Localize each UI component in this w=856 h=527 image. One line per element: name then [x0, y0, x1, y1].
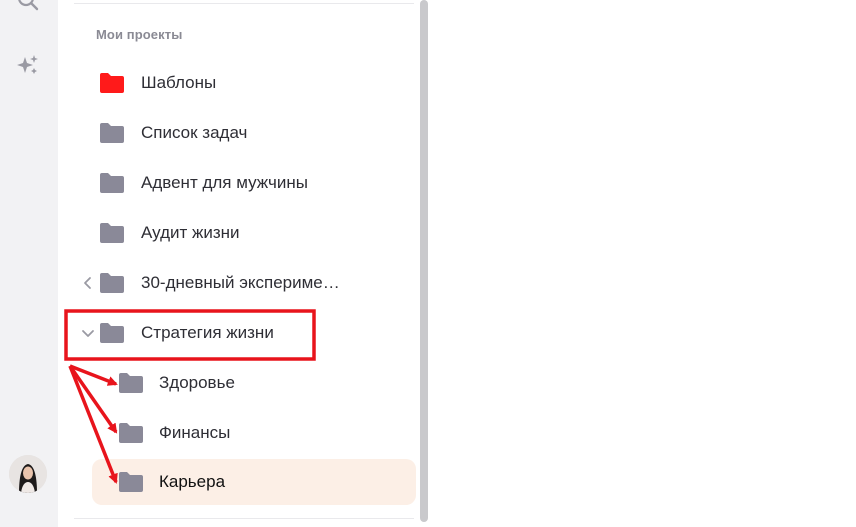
project-item-advent[interactable]: Адвент для мужчины: [92, 160, 416, 206]
projects-panel: Мои проекты Шаблоны Список задач Адвент …: [58, 0, 426, 527]
folder-icon: [99, 172, 125, 194]
folder-icon: [118, 422, 144, 444]
project-item-life-audit[interactable]: Аудит жизни: [92, 210, 416, 256]
main-content: [434, 0, 856, 527]
user-avatar[interactable]: [9, 455, 47, 493]
chevron-down-icon[interactable]: [80, 325, 96, 341]
project-label: Карьера: [159, 472, 226, 491]
project-label: Здоровье: [159, 373, 235, 392]
project-label: Шаблоны: [141, 73, 217, 92]
folder-icon: [99, 222, 125, 244]
project-item-finance[interactable]: Финансы: [92, 410, 416, 456]
project-label: Финансы: [159, 423, 231, 442]
folder-icon: [99, 322, 125, 344]
project-item-task-list[interactable]: Список задач: [92, 110, 416, 156]
project-item-health[interactable]: Здоровье: [92, 360, 416, 406]
project-item-templates[interactable]: Шаблоны: [92, 60, 416, 106]
search-icon[interactable]: [16, 0, 40, 12]
chevron-left-icon[interactable]: [80, 275, 96, 291]
project-item-30-day[interactable]: 30-дневный экспериме…: [84, 260, 416, 306]
folder-icon: [99, 272, 125, 294]
left-rail: [0, 0, 58, 527]
scrollbar[interactable]: [420, 0, 428, 522]
folder-icon: [99, 72, 125, 94]
project-item-career[interactable]: Карьера: [92, 459, 416, 505]
section-title: Мои проекты: [96, 27, 183, 42]
project-label: Список задач: [141, 123, 248, 142]
folder-icon: [118, 471, 144, 493]
project-label: Стратегия жизни: [141, 323, 274, 342]
project-label: 30-дневный экспериме…: [141, 273, 340, 292]
sparkle-icon[interactable]: [16, 53, 40, 77]
divider: [74, 518, 414, 519]
project-item-life-strategy[interactable]: Стратегия жизни: [82, 310, 416, 356]
folder-icon: [99, 122, 125, 144]
divider: [74, 3, 414, 4]
project-label: Адвент для мужчины: [141, 173, 308, 192]
folder-icon: [118, 372, 144, 394]
project-label: Аудит жизни: [141, 223, 240, 242]
